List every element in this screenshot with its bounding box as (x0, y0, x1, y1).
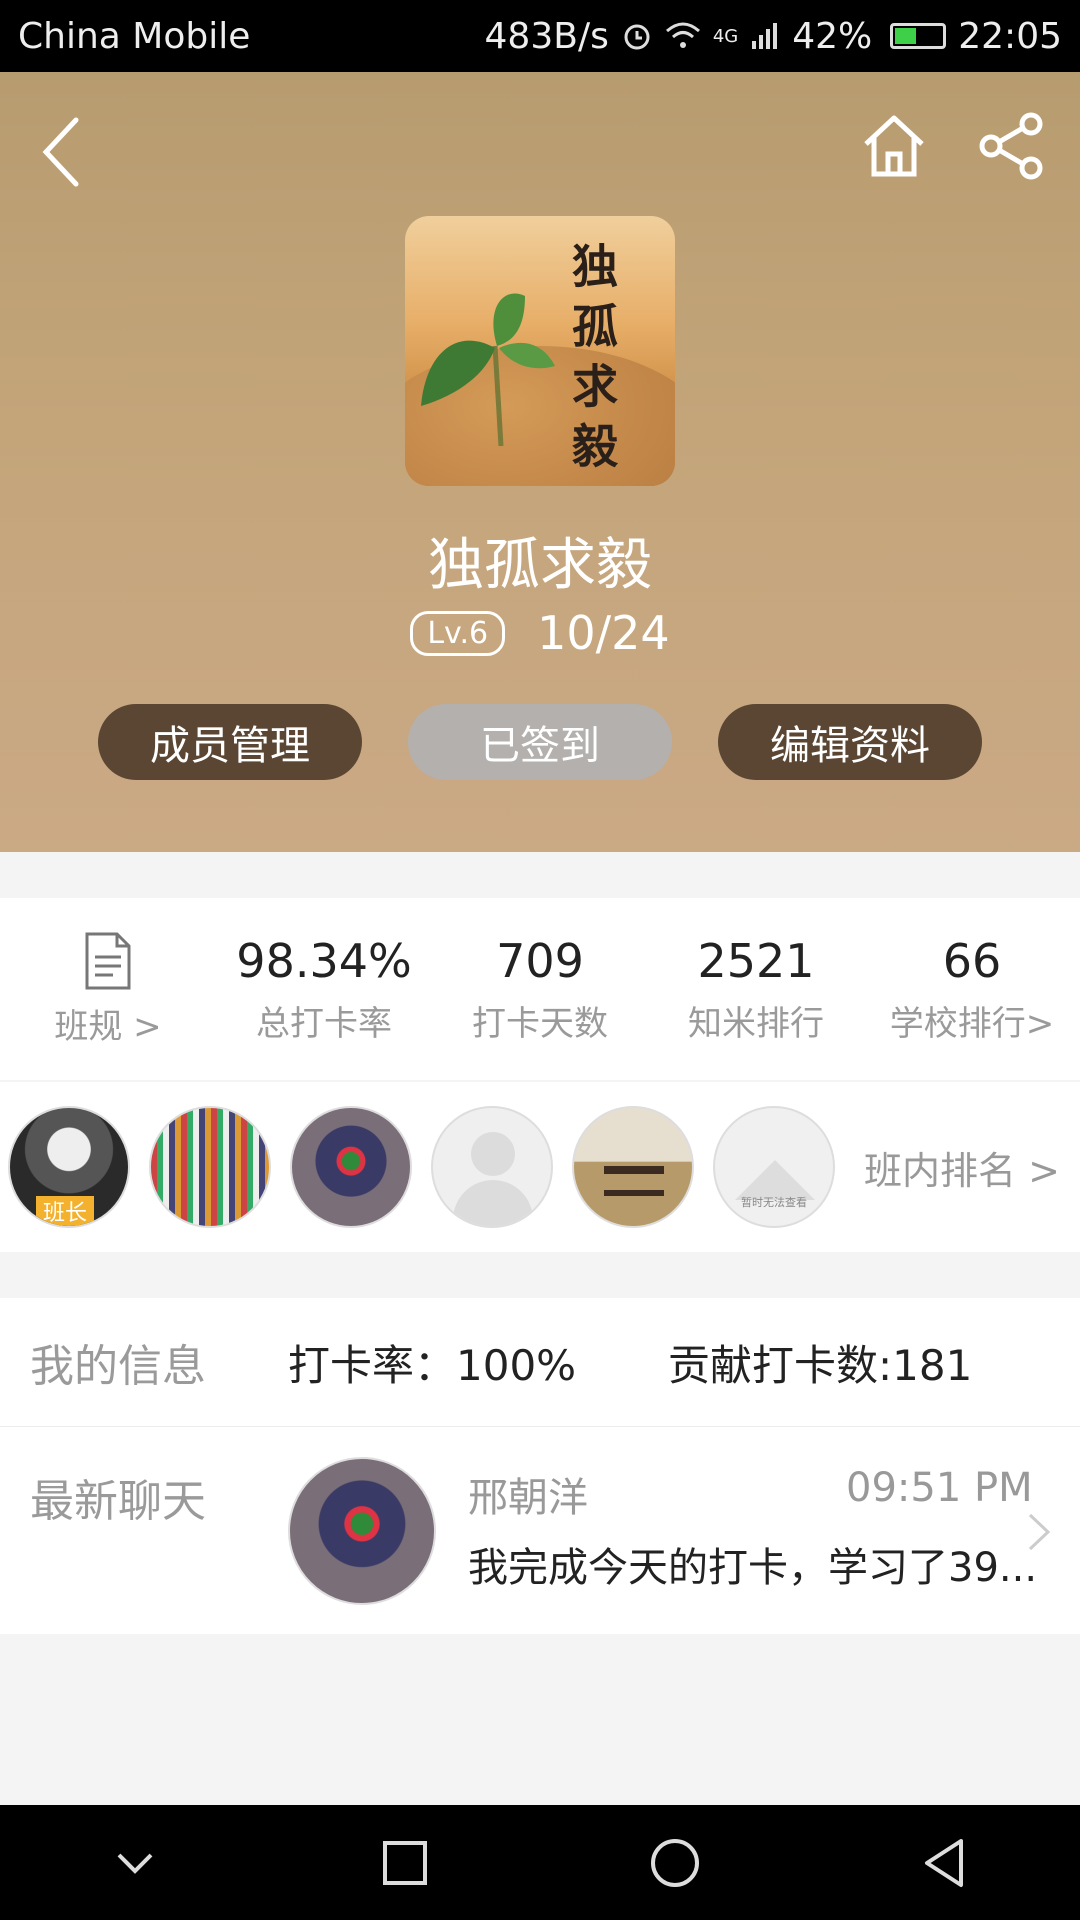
class-rules-link[interactable]: 班规 > (0, 898, 216, 1080)
group-date: 10/24 (537, 606, 670, 660)
member-avatar-unavailable[interactable]: 暂时无法查看 (713, 1106, 835, 1228)
member-avatar[interactable] (290, 1106, 412, 1228)
chat-time: 09:51 PM (846, 1465, 1033, 1511)
battery-percent: 42% (792, 15, 873, 57)
my-info-row: 我的信息 打卡率：100% 贡献打卡数:181 (0, 1298, 1080, 1426)
group-title: 独孤求毅 (428, 533, 652, 598)
my-checkin-rate: 打卡率：100% (288, 1340, 577, 1390)
level-row: Lv.6 10/24 (0, 606, 1080, 660)
document-icon (85, 932, 131, 989)
chevron-right-icon (1028, 1513, 1051, 1551)
member-avatar[interactable]: 班长 (8, 1106, 130, 1228)
class-ranking-link[interactable]: 班内排名 > (864, 1140, 1060, 1195)
recents-square-icon[interactable] (377, 1835, 433, 1891)
member-management-button[interactable]: 成员管理 (98, 704, 362, 780)
group-cover-image: 独孤求毅 (405, 216, 675, 486)
network-type: 4G (712, 25, 739, 47)
member-avatar[interactable] (572, 1106, 694, 1228)
checked-in-button[interactable]: 已签到 (408, 704, 672, 780)
stat-school-rank[interactable]: 66 学校排行> (864, 898, 1080, 1080)
clock: 22:05 (958, 15, 1062, 57)
edit-profile-button[interactable]: 编辑资料 (718, 704, 982, 780)
stat-value: 709 (496, 933, 584, 988)
stat-label: 知米排行 (688, 1003, 824, 1044)
latest-chat-row[interactable]: 最新聊天 邢朝洋 09:51 PM 我完成今天的打卡，学习了39... (0, 1426, 1080, 1634)
group-header: 独孤求毅 独孤求毅 Lv.6 10/24 成员管理 已签到 编辑资料 (0, 72, 1080, 852)
my-contribution: 贡献打卡数:181 (668, 1340, 973, 1390)
member-avatar[interactable] (149, 1106, 271, 1228)
chat-sender-name: 邢朝洋 (468, 1475, 588, 1521)
back-triangle-icon[interactable] (917, 1835, 973, 1891)
back-icon[interactable] (38, 112, 88, 192)
chat-message-preview: 我完成今天的打卡，学习了39... (468, 1545, 1038, 1591)
battery-icon (890, 23, 947, 49)
wifi-icon (665, 22, 700, 48)
share-icon[interactable] (975, 110, 1047, 182)
my-info-label: 我的信息 (30, 1341, 206, 1392)
stat-total-rate: 98.34% 总打卡率 (216, 898, 432, 1080)
class-rules-label: 班规 > (54, 1006, 162, 1047)
stat-label: 学校排行> (889, 1003, 1055, 1044)
member-avatar-default[interactable] (431, 1106, 553, 1228)
unavailable-text: 暂时无法查看 (741, 1196, 807, 1209)
stat-value: 2521 (697, 933, 815, 988)
system-nav-bar (0, 1805, 1080, 1920)
stat-checkin-days: 709 打卡天数 (432, 898, 648, 1080)
stat-value: 98.34% (236, 933, 412, 988)
chat-avatar (288, 1457, 436, 1605)
class-leader-badge: 班长 (36, 1196, 94, 1226)
alarm-icon (624, 24, 650, 50)
latest-chat-label: 最新聊天 (30, 1476, 206, 1527)
home-icon[interactable] (858, 110, 930, 182)
signal-icon (752, 23, 778, 49)
member-avatar-row: 班长 暂时无法查看 班内排名 > (0, 1082, 1080, 1252)
chevron-down-icon[interactable] (107, 1835, 163, 1891)
status-bar: China Mobile 483B/s 4G 42% 22:05 (0, 0, 1080, 72)
stat-label: 打卡天数 (472, 1003, 608, 1044)
stats-row: 班规 > 98.34% 总打卡率 709 打卡天数 2521 知米排行 66 学… (0, 898, 1080, 1080)
level-badge: Lv.6 (410, 610, 506, 656)
stat-value: 66 (942, 933, 1002, 988)
stat-label: 总打卡率 (256, 1003, 392, 1044)
carrier-name: China Mobile (18, 15, 251, 57)
home-circle-icon[interactable] (647, 1835, 703, 1891)
network-speed: 483B/s (484, 15, 609, 57)
sprout-graphic (421, 293, 555, 447)
stat-zhimi-rank: 2521 知米排行 (648, 898, 864, 1080)
cover-title: 独孤求毅 (565, 242, 619, 482)
